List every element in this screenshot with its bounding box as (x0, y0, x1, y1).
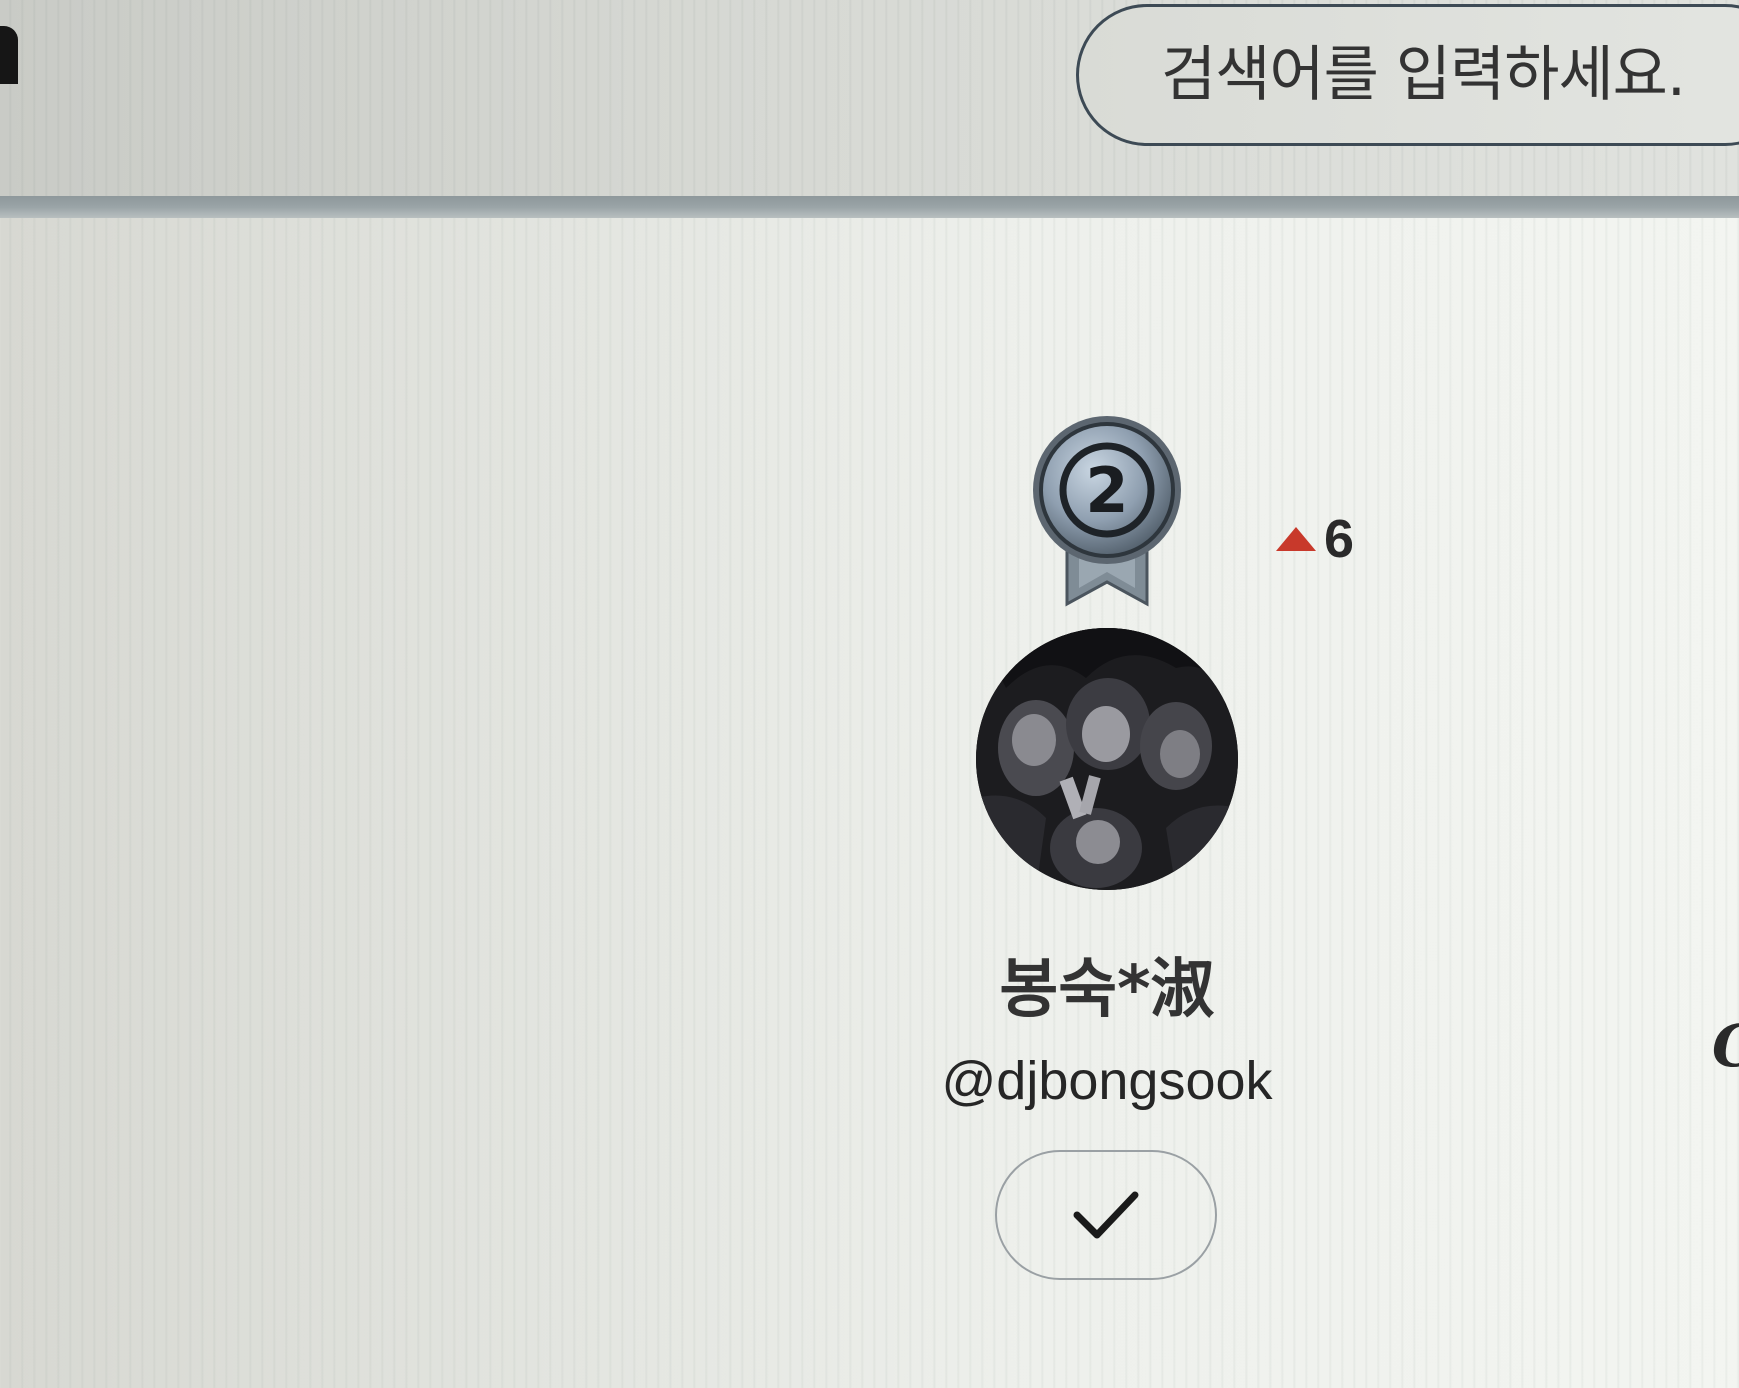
avatar[interactable] (976, 628, 1238, 890)
rank-change-value: 6 (1324, 509, 1355, 569)
rank-change: 6 (1276, 508, 1354, 570)
avatar-photo (976, 628, 1238, 890)
header-divider (0, 196, 1739, 218)
logo-fragment[interactable] (0, 26, 18, 84)
user-handle: @djbongsook (941, 1051, 1273, 1111)
check-icon (1073, 1191, 1139, 1239)
rank-number: 2 (1085, 454, 1128, 527)
rank-up-icon (1276, 527, 1316, 551)
cut-off-text-fragment: C (1712, 1012, 1739, 1080)
follow-check-button[interactable] (995, 1150, 1217, 1280)
search-bar[interactable] (1076, 4, 1739, 146)
search-input[interactable] (1159, 24, 1739, 126)
top-header (0, 0, 1739, 198)
rank-medal-icon: 2 (1033, 416, 1181, 607)
display-name: 봉숙*淑 (999, 953, 1215, 1027)
